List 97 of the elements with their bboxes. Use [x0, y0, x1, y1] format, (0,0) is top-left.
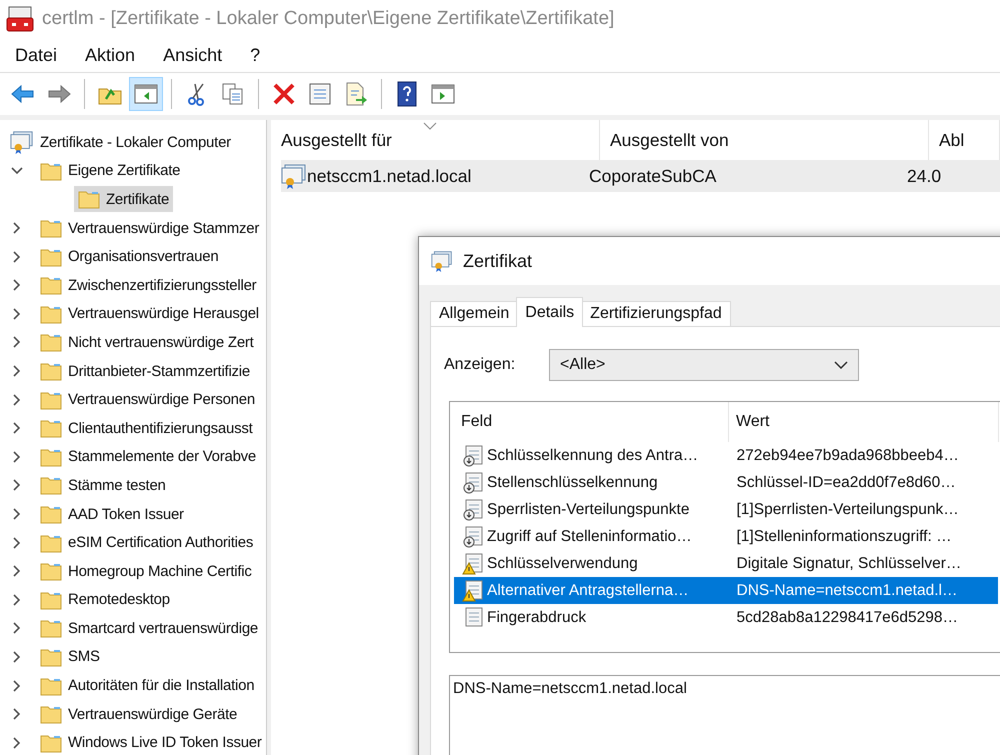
folder-icon: [40, 704, 62, 724]
delete-icon: [271, 81, 297, 107]
field-name: Stellenschlüsselkennung: [454, 472, 728, 494]
folder-icon: [40, 160, 62, 181]
tree-root-item[interactable]: Zertifikate - Lokaler Computer: [6, 127, 235, 158]
value-text-area[interactable]: DNS-Name=netsccm1.netad.local: [449, 675, 1000, 755]
field-row[interactable]: Alternativer Antragstellerna… DNS-Name=netsccm1.netad.l…: [454, 577, 998, 604]
folder-icon: [40, 361, 62, 382]
field-row[interactable]: Zugriff auf Stelleninformatio… [1]Stelleninformationszugriff: …: [454, 523, 998, 550]
folder-icon: [40, 218, 62, 238]
field-value: Schlüssel-ID=ea2dd0f7e8d60…: [736, 474, 957, 492]
field-row[interactable]: Stellenschlüsselkennung Schlüssel-ID=ea2dd0f7e8d60…: [454, 469, 998, 496]
menu-item[interactable]: ?: [250, 44, 260, 66]
tree-item[interactable]: SMS: [36, 644, 104, 670]
tree-item[interactable]: Vertrauenswürdige Personen: [36, 386, 259, 413]
dialog-title: Zertifikat: [463, 250, 532, 272]
tree-item[interactable]: Drittanbieter-Stammzertifizie: [36, 358, 254, 384]
table-cell: netsccm1.netad.local: [281, 163, 589, 189]
certificate-icon: [281, 163, 307, 189]
tree-item[interactable]: Smartcard vertrauenswürdige: [36, 615, 262, 642]
field-name: Schlüsselverwendung: [454, 552, 728, 574]
folder-icon: [40, 561, 62, 582]
tree-item[interactable]: AAD Token Issuer: [36, 501, 188, 528]
folder-icon: [40, 304, 62, 324]
app-icon: [6, 6, 34, 32]
field-name: Alternativer Antragstellerna…: [454, 580, 728, 602]
extension-field-icon: [462, 472, 484, 494]
tree-item[interactable]: Zertifikate: [74, 186, 174, 212]
folder-icon: [40, 732, 62, 753]
toolbar-button[interactable]: [129, 77, 163, 111]
folder-icon: [40, 246, 62, 267]
tree-item[interactable]: Zwischenzertifizierungssteller: [36, 272, 260, 298]
field-value: 5cd28ab8a12298417e6d5298…: [736, 608, 960, 626]
show-label: Anzeigen:: [444, 356, 516, 374]
tree-item[interactable]: Vertrauenswürdige Stammzer: [36, 215, 264, 242]
tree-item[interactable]: Nicht vertrauenswürdige Zert: [36, 329, 258, 356]
field-value: 272eb94ee7b9ada968bbeeb4…: [736, 446, 960, 464]
folder-icon: [40, 332, 62, 352]
field-row[interactable]: Schlüsselkennung des Antra… 272eb94ee7b9ada968bbeeb4…: [454, 442, 998, 469]
tree-item[interactable]: Autoritäten für die Installation: [36, 672, 258, 699]
tree-item[interactable]: Stammelemente der Vorabve: [36, 444, 260, 470]
table-cell-text: CoporateSubCA: [589, 166, 718, 186]
field-name: Schlüsselkennung des Antra…: [454, 444, 728, 466]
menu-item[interactable]: Ansicht: [163, 44, 222, 66]
table-cell-text: 24.0: [907, 166, 942, 186]
tree-item[interactable]: Homegroup Machine Certific: [36, 558, 256, 584]
window-title: certlm - [Zertifikate - Lokaler Computer\Eigene Zertifikate\Zertifikate]: [42, 8, 614, 30]
tree-item[interactable]: Organisationsvertrauen: [36, 244, 222, 270]
properties-icon: [307, 81, 333, 107]
field-row[interactable]: Schlüsselverwendung Digitale Signatur, Schlüsselver…: [454, 550, 998, 577]
folder-icon: [40, 676, 62, 696]
field-name: Fingerabdruck: [454, 606, 728, 628]
extension-field-icon: [462, 444, 484, 466]
field-row[interactable]: Sperrlisten-Verteilungspunkte [1]Sperrlisten-Verteilungspunk…: [454, 496, 998, 523]
folder-icon: [40, 446, 62, 467]
menu-item[interactable]: Datei: [15, 44, 58, 66]
folder-icon: [40, 618, 62, 638]
tree-item[interactable]: Remotedesktop: [36, 586, 174, 613]
show-dropdown[interactable]: <Alle>: [549, 349, 859, 381]
sort-caret-icon: [423, 122, 437, 130]
folder-icon: [40, 504, 62, 524]
column-header[interactable]: Feld: [454, 402, 729, 442]
warning-field-icon: [462, 580, 484, 602]
list-row[interactable]: netsccm1.netad.local CoporateSubCA 24.0: [281, 160, 1000, 192]
folder-icon: [40, 390, 62, 410]
folder-icon: [40, 532, 62, 553]
certificate-store-icon: [10, 130, 34, 154]
folder-icon: [40, 646, 62, 667]
folder-icon: [40, 418, 62, 438]
folder-icon: [78, 189, 100, 210]
tree-item[interactable]: Clientauthentifizierungsausst: [36, 415, 257, 442]
certificate-icon: [431, 250, 453, 272]
tab[interactable]: Allgemein: [430, 301, 518, 327]
folder-icon: [40, 590, 62, 610]
field-value: Digitale Signatur, Schlüsselver…: [736, 554, 962, 572]
column-header[interactable]: Wert: [729, 402, 999, 442]
tree-item[interactable]: Vertrauenswürdige Herausgel: [36, 300, 263, 327]
folder-icon: [40, 275, 62, 296]
field-value: [1]Stelleninformationszugriff: …: [736, 528, 953, 546]
field-row[interactable]: Fingerabdruck 5cd28ab8a12298417e6d5298…: [454, 604, 998, 631]
tree-item[interactable]: eSIM Certification Authorities: [36, 530, 258, 556]
tab[interactable]: Details: [516, 297, 584, 327]
field-name: Sperrlisten-Verteilungspunkte: [454, 498, 728, 520]
dropdown-caret-icon: [834, 361, 848, 369]
menu-item[interactable]: Aktion: [85, 44, 136, 66]
tree-item[interactable]: Stämme testen: [36, 472, 170, 498]
tree-item[interactable]: Eigene Zertifikate: [36, 158, 184, 184]
field-value: [1]Sperrlisten-Verteilungspunk…: [736, 500, 960, 518]
tree-item[interactable]: Vertrauenswürdige Geräte: [36, 701, 242, 728]
extension-field-icon: [462, 526, 484, 548]
warning-field-icon: [462, 552, 484, 574]
tree-item[interactable]: Windows Live ID Token Issuer: [36, 730, 266, 755]
field-name: Zugriff auf Stelleninformatio…: [454, 526, 728, 548]
folder-icon: [40, 475, 62, 496]
extension-field-icon: [462, 498, 484, 520]
tab[interactable]: Zertifizierungspfad: [581, 301, 731, 327]
field-value: DNS-Name=netsccm1.netad.l…: [736, 582, 958, 600]
